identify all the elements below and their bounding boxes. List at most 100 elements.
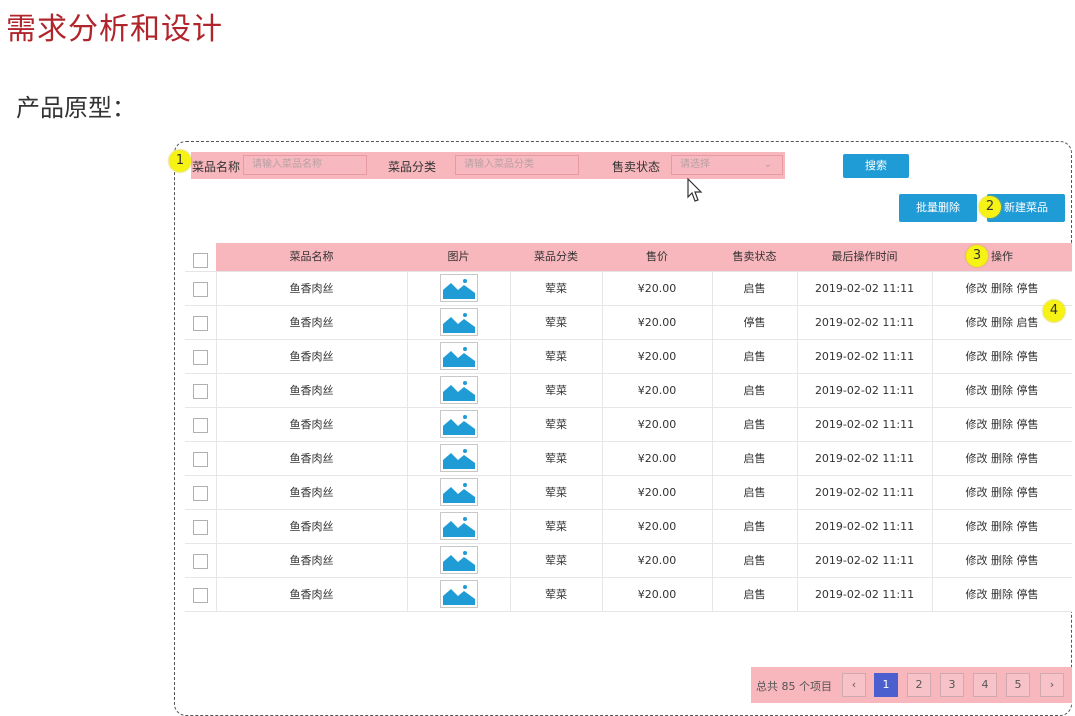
- column-divider: [510, 408, 511, 441]
- toggle-sale-link[interactable]: 停售: [1017, 418, 1039, 431]
- total-items-text: 总共 85 个项目: [756, 680, 832, 693]
- page-button-5[interactable]: 5: [1006, 673, 1030, 697]
- edit-link[interactable]: 修改: [966, 486, 988, 499]
- dish-name: 鱼香肉丝: [289, 316, 334, 329]
- row-actions: 修改 删除 停售: [932, 544, 1072, 577]
- last-modified-time: 2019-02-02 11:11: [814, 520, 915, 533]
- toggle-sale-link[interactable]: 停售: [1017, 350, 1039, 363]
- toggle-sale-link[interactable]: 停售: [1017, 520, 1039, 533]
- search-bar: 菜品名称 请输入菜品名称 菜品分类 请输入菜品分类 售卖状态 请选择 ⌄: [191, 152, 785, 179]
- search-button[interactable]: 搜索: [843, 154, 909, 178]
- delete-link[interactable]: 删除: [991, 520, 1013, 533]
- dish-name-placeholder: 请输入菜品名称: [252, 159, 322, 170]
- row-actions: 修改 删除 停售: [932, 408, 1072, 441]
- prev-page-button[interactable]: ‹: [842, 673, 866, 697]
- row-checkbox[interactable]: [193, 349, 208, 365]
- edit-link[interactable]: 修改: [966, 418, 988, 431]
- column-divider: [712, 544, 713, 577]
- column-divider: [216, 340, 217, 373]
- dish-image-cell: [407, 340, 510, 373]
- row-checkbox[interactable]: [193, 451, 208, 467]
- dish-price: ¥20.00: [637, 316, 677, 329]
- dish-name: 鱼香肉丝: [289, 452, 334, 465]
- toggle-sale-link[interactable]: 停售: [1017, 486, 1039, 499]
- table-row: 鱼香肉丝 荤菜 ¥20.00 启售 2019-02-02 11:11 修改 删除 停售: [185, 544, 1072, 578]
- image-placeholder-icon: [439, 546, 478, 574]
- delete-link[interactable]: 删除: [991, 588, 1013, 601]
- toggle-sale-link[interactable]: 停售: [1017, 588, 1039, 601]
- dish-name: 鱼香肉丝: [289, 554, 334, 567]
- dish-status: 启售: [743, 520, 766, 533]
- category-input[interactable]: 请输入菜品分类: [455, 155, 579, 175]
- dish-price: ¥20.00: [637, 350, 677, 363]
- dish-status: 启售: [743, 452, 766, 465]
- column-divider: [712, 442, 713, 475]
- select-all-checkbox[interactable]: [193, 253, 208, 268]
- column-divider: [602, 544, 603, 577]
- page-button-3[interactable]: 3: [940, 673, 964, 697]
- chevron-down-icon: ⌄: [763, 159, 772, 170]
- column-divider: [602, 272, 603, 305]
- delete-link[interactable]: 删除: [991, 350, 1013, 363]
- edit-link[interactable]: 修改: [966, 316, 988, 329]
- next-page-button[interactable]: ›: [1040, 673, 1064, 697]
- dish-name-input[interactable]: 请输入菜品名称: [243, 155, 367, 175]
- row-checkbox[interactable]: [193, 315, 208, 331]
- row-checkbox[interactable]: [193, 383, 208, 399]
- delete-link[interactable]: 删除: [991, 418, 1013, 431]
- column-divider: [712, 374, 713, 407]
- col-category: 菜品分类: [534, 250, 578, 263]
- toggle-sale-link[interactable]: 停售: [1017, 384, 1039, 397]
- row-checkbox[interactable]: [193, 553, 208, 569]
- column-divider: [510, 476, 511, 509]
- row-checkbox[interactable]: [193, 281, 208, 297]
- image-placeholder-icon: [439, 444, 478, 472]
- page-button-2[interactable]: 2: [907, 673, 931, 697]
- image-placeholder-icon: [439, 478, 478, 506]
- row-checkbox-cell: [185, 578, 216, 611]
- column-divider: [602, 340, 603, 373]
- batch-delete-button[interactable]: 批量删除: [899, 194, 977, 222]
- edit-link[interactable]: 修改: [966, 452, 988, 465]
- delete-link[interactable]: 删除: [991, 486, 1013, 499]
- edit-link[interactable]: 修改: [966, 282, 988, 295]
- edit-link[interactable]: 修改: [966, 384, 988, 397]
- page-button-1[interactable]: 1: [874, 673, 898, 697]
- page-button-4[interactable]: 4: [973, 673, 997, 697]
- edit-link[interactable]: 修改: [966, 520, 988, 533]
- toggle-sale-link[interactable]: 停售: [1017, 452, 1039, 465]
- row-checkbox[interactable]: [193, 519, 208, 535]
- row-checkbox-cell: [185, 272, 216, 305]
- last-modified-time: 2019-02-02 11:11: [814, 452, 915, 465]
- toggle-sale-link[interactable]: 停售: [1017, 282, 1039, 295]
- edit-link[interactable]: 修改: [966, 588, 988, 601]
- row-checkbox[interactable]: [193, 587, 208, 603]
- last-modified-time: 2019-02-02 11:11: [814, 588, 915, 601]
- column-divider: [602, 408, 603, 441]
- column-divider: [797, 340, 798, 373]
- toggle-sale-link[interactable]: 停售: [1017, 554, 1039, 567]
- edit-link[interactable]: 修改: [966, 350, 988, 363]
- dish-name: 鱼香肉丝: [289, 282, 334, 295]
- dish-price: ¥20.00: [637, 588, 677, 601]
- table-row: 鱼香肉丝 荤菜 ¥20.00 启售 2019-02-02 11:11 修改 删除 停售: [185, 340, 1072, 374]
- image-placeholder-icon: [439, 410, 478, 438]
- delete-link[interactable]: 删除: [991, 452, 1013, 465]
- dish-price: ¥20.00: [637, 452, 677, 465]
- row-checkbox[interactable]: [193, 417, 208, 433]
- dish-status: 启售: [743, 350, 766, 363]
- edit-link[interactable]: 修改: [966, 554, 988, 567]
- column-divider: [407, 340, 408, 373]
- delete-link[interactable]: 删除: [991, 554, 1013, 567]
- delete-link[interactable]: 删除: [991, 384, 1013, 397]
- status-select[interactable]: 请选择 ⌄: [671, 155, 783, 175]
- dish-image-cell: [407, 578, 510, 611]
- column-divider: [510, 510, 511, 543]
- row-checkbox[interactable]: [193, 485, 208, 501]
- column-divider: [932, 578, 933, 611]
- delete-link[interactable]: 删除: [991, 282, 1013, 295]
- toggle-sale-link[interactable]: 启售: [1017, 316, 1039, 329]
- delete-link[interactable]: 删除: [991, 316, 1013, 329]
- mouse-cursor-icon: [687, 178, 703, 202]
- column-divider: [216, 408, 217, 441]
